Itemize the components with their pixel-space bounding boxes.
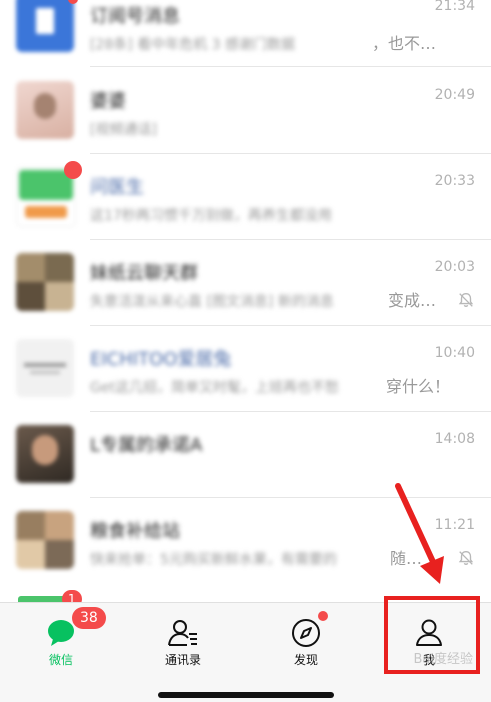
unread-badge-partial: 1 — [62, 590, 82, 602]
mute-bell-icon — [458, 551, 474, 565]
unread-badge: 38 — [72, 607, 106, 629]
chat-avatar — [16, 0, 74, 52]
chat-time: 21:34 — [434, 0, 475, 14]
chat-preview-tail: ，也不… — [372, 34, 437, 53]
chat-name: EICHITOO爱居兔 — [90, 349, 232, 370]
chat-avatar — [16, 81, 74, 139]
chat-time: 20:33 — [434, 173, 475, 189]
chat-name: 粮食补给站 — [90, 521, 180, 542]
chat-row[interactable]: 婆婆 [视频通话] 20:49 — [0, 67, 491, 154]
chat-avatar — [16, 253, 74, 311]
home-indicator[interactable] — [158, 692, 334, 698]
chat-name: 订阅号消息 — [90, 6, 180, 27]
tab-label: 发现 — [293, 653, 318, 667]
chat-avatar — [16, 425, 74, 483]
mute-bell-icon — [458, 293, 474, 307]
chat-preview: 快来抢单：5元购买新鲜水果，有需要的 — [90, 552, 337, 568]
chat-name: 问医生 — [90, 177, 144, 198]
tab-label: 通讯录 — [164, 653, 201, 667]
chat-preview: [28条] 看中年危机 3 感谢门数据 — [90, 37, 295, 53]
chat-preview-tail: 穿什么！ — [386, 377, 451, 396]
chat-time: 20:49 — [434, 87, 475, 103]
chat-avatar — [16, 339, 74, 397]
chat-name: L专属的承诺A — [90, 435, 203, 456]
chat-preview: 这17秒两习惯千万别做，再养生都没用 — [90, 208, 332, 224]
unread-dot — [64, 161, 82, 179]
chat-preview: [视频通话] — [90, 122, 157, 138]
contacts-icon — [168, 620, 197, 646]
chat-row[interactable]: 订阅号消息 [28条] 看中年危机 3 感谢门数据 ，也不… 21:34 — [0, 0, 491, 67]
chat-time: 20:03 — [434, 259, 475, 275]
watermark: Bai度经验 — [413, 652, 474, 667]
chat-preview: 失意活泼从来心直 [图文消息] 新的消息 — [90, 294, 334, 310]
chat-preview: Get这几招，简单又时髦，上班再也不愁 — [90, 380, 339, 396]
tab-discover[interactable]: 发现 — [245, 603, 367, 675]
chat-time: 10:40 — [434, 345, 475, 361]
chat-row[interactable]: 问医生 这17秒两习惯千万别做，再养生都没用 20:33 — [0, 153, 491, 240]
tab-contacts[interactable]: 通讯录 — [122, 603, 244, 675]
tab-label: 微信 — [48, 653, 73, 667]
annotation-arrow — [395, 483, 444, 584]
chat-name: 妹纸云聊天群 — [90, 263, 198, 284]
chat-avatar — [16, 511, 74, 569]
chat-preview-tail: 变成… — [388, 291, 437, 310]
chat-row[interactable]: 妹纸云聊天群 失意活泼从来心直 [图文消息] 新的消息 变成… 20:03 — [0, 239, 491, 326]
chat-row[interactable]: EICHITOO爱居兔 Get这几招，简单又时髦，上班再也不愁 穿什么！ 10:… — [0, 325, 491, 412]
discover-dot — [318, 611, 328, 621]
chat-name: 婆婆 — [90, 91, 126, 112]
chat-time: 14:08 — [434, 431, 475, 447]
compass-icon — [292, 619, 320, 647]
